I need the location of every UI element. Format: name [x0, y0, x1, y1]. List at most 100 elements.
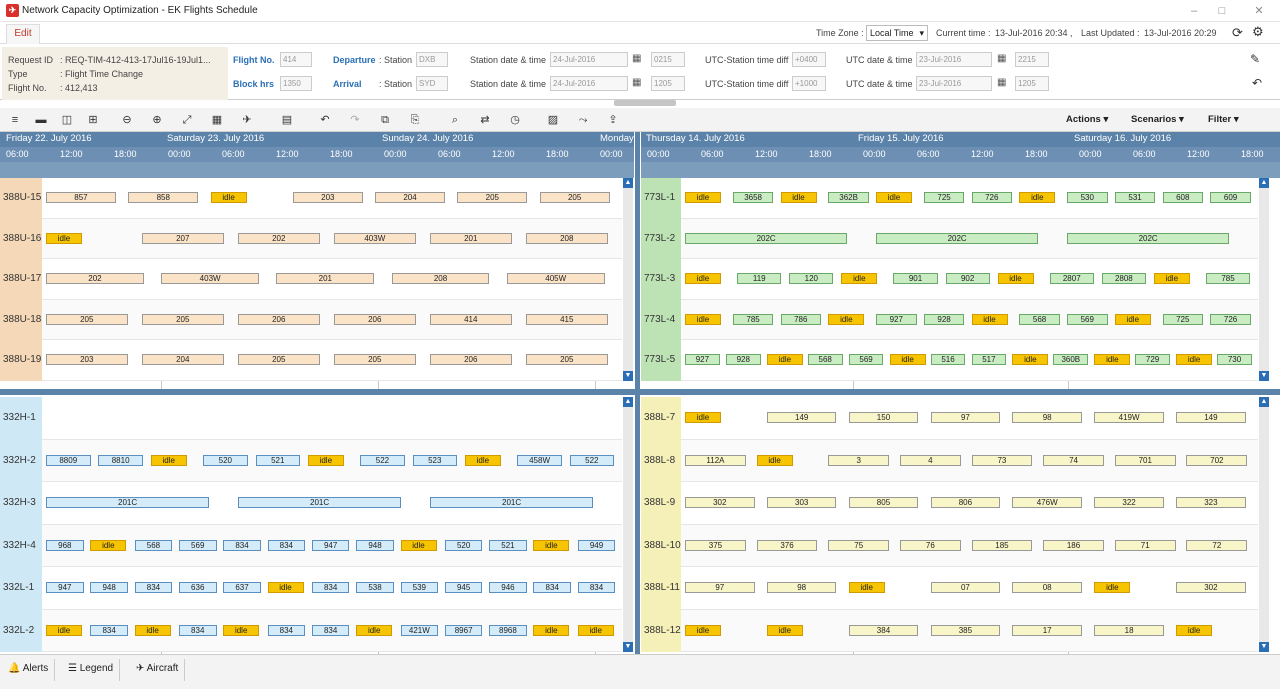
flight-bar[interactable]: 834 — [577, 582, 616, 593]
dep-station-time-field[interactable]: 0215 — [651, 52, 685, 67]
aircraft-row-label[interactable]: 388L-7 — [641, 397, 681, 440]
dep-utc-time-field[interactable]: 2215 — [1015, 52, 1049, 67]
flight-bar[interactable]: 18 — [1094, 624, 1164, 636]
flight-bar[interactable]: 928 — [923, 313, 965, 325]
flight-bar[interactable]: 405W — [506, 273, 605, 284]
flight-bar[interactable]: 520 — [203, 454, 248, 466]
flight-bar[interactable]: 834 — [134, 582, 173, 593]
idle-block[interactable]: idle — [756, 454, 793, 466]
flight-bar[interactable]: 834 — [267, 624, 306, 636]
idle-block[interactable]: idle — [400, 539, 437, 551]
flight-bar[interactable]: 520 — [444, 539, 483, 551]
flight-bar[interactable]: 517 — [971, 354, 1007, 365]
idle-block[interactable]: idle — [685, 313, 721, 325]
flight-bar[interactable]: 120 — [789, 273, 834, 284]
dep-station-date-field[interactable]: 24-Jul-2016 — [550, 52, 628, 67]
undo-icon[interactable]: ↶ — [318, 113, 332, 127]
aircraft-row-label[interactable]: 388U-15 — [0, 178, 42, 219]
alerts-tab[interactable]: 🔔 Alerts — [2, 659, 56, 681]
redo-icon[interactable]: ↷ — [348, 113, 362, 127]
flight-bar[interactable]: 949 — [577, 539, 616, 551]
flight-bar[interactable]: 421W — [400, 624, 439, 636]
idle-block[interactable]: idle — [876, 192, 912, 203]
flight-bar[interactable]: 539 — [400, 582, 439, 593]
idle-block[interactable]: idle — [848, 582, 885, 593]
idle-block[interactable]: idle — [1114, 313, 1151, 325]
flight-no-field[interactable]: 414 — [280, 52, 312, 67]
idle-block[interactable]: idle — [46, 232, 82, 244]
flight-bar[interactable]: 834 — [90, 624, 128, 636]
aircraft-row-label[interactable]: 332H-4 — [0, 524, 42, 567]
right-horizontal-splitter[interactable] — [640, 389, 1280, 395]
flight-bar[interactable]: 97 — [685, 582, 755, 593]
flight-bar[interactable]: 150 — [848, 412, 919, 423]
flight-bar[interactable]: 201 — [276, 273, 375, 284]
flight-bar[interactable]: 521 — [489, 539, 527, 551]
aircraft-row-label[interactable]: 332L-2 — [0, 609, 42, 652]
calendar-icon[interactable]: ▦ — [632, 77, 641, 88]
flight-bar[interactable]: 201C — [238, 497, 402, 508]
flight-bar[interactable]: 928 — [725, 354, 761, 365]
flight-bar[interactable]: 8809 — [46, 454, 91, 466]
flight-bar[interactable]: 385 — [930, 624, 1001, 636]
idle-block[interactable]: idle — [685, 624, 721, 636]
flight-bar[interactable]: 07 — [930, 582, 1001, 593]
flight-bar[interactable]: 569 — [178, 539, 217, 551]
idle-block[interactable]: idle — [210, 192, 247, 203]
flight-bar[interactable]: 207 — [142, 232, 224, 244]
flight-bar[interactable]: 902 — [945, 273, 990, 284]
aircraft-row-label[interactable]: 388U-17 — [0, 259, 42, 300]
flight-bar[interactable]: 725 — [923, 192, 965, 203]
flight-bar[interactable]: 522 — [569, 454, 615, 466]
flight-bar[interactable]: 206 — [334, 313, 416, 325]
idle-block[interactable]: idle — [356, 624, 393, 636]
flight-bar[interactable]: 206 — [238, 313, 320, 325]
aircraft-row-label[interactable]: 388L-11 — [641, 567, 681, 610]
flight-bar[interactable]: 834 — [178, 624, 217, 636]
calendar-icon[interactable]: ▦ — [632, 53, 641, 64]
single-view-icon[interactable]: ▬ — [34, 113, 48, 127]
flight-bar[interactable]: 205 — [238, 354, 320, 365]
flight-bar[interactable]: 208 — [391, 273, 490, 284]
br-scroll-up-icon[interactable]: ▲ — [1259, 397, 1269, 407]
left-horizontal-splitter[interactable] — [0, 389, 635, 395]
idle-block[interactable]: idle — [685, 192, 721, 203]
flight-bar[interactable]: 203 — [46, 354, 128, 365]
flight-bar[interactable]: 302 — [1176, 582, 1246, 593]
flight-bar[interactable]: 205 — [334, 354, 416, 365]
aircraft-row-label[interactable]: 773L-3 — [641, 259, 681, 300]
document-icon[interactable]: ▤ — [280, 113, 294, 127]
paste-icon[interactable]: ⎘ — [408, 113, 422, 127]
flight-bar[interactable]: 323 — [1176, 497, 1246, 508]
flight-bar[interactable]: 119 — [737, 273, 782, 284]
flight-bar[interactable]: 636 — [178, 582, 217, 593]
aircraft-row-label[interactable]: 388L-12 — [641, 609, 681, 652]
maximize-button[interactable]: □ — [1208, 3, 1236, 19]
flight-bar[interactable]: 568 — [807, 354, 843, 365]
split-view-icon[interactable]: ◫ — [60, 113, 74, 127]
idle-block[interactable]: idle — [1176, 354, 1213, 365]
edit-pencil-icon[interactable]: ✎ — [1250, 52, 1260, 66]
departure-station-field[interactable]: DXB — [416, 52, 448, 67]
flight-bar[interactable]: 730 — [1217, 354, 1252, 365]
flight-bar[interactable]: 834 — [223, 539, 261, 551]
aircraft-row-label[interactable]: 773L-5 — [641, 340, 681, 381]
grid-icon[interactable]: ▦ — [210, 113, 224, 127]
flight-bar[interactable]: 568 — [134, 539, 173, 551]
flight-bar[interactable]: 458W — [517, 454, 562, 466]
close-button[interactable]: ✕ — [1245, 3, 1273, 19]
idle-block[interactable]: idle — [1019, 192, 1056, 203]
swap-icon[interactable]: ⇄ — [478, 113, 492, 127]
aircraft-row-label[interactable]: 773L-1 — [641, 178, 681, 219]
dep-utc-date-field[interactable]: 23-Jul-2016 — [916, 52, 992, 67]
arr-utc-time-field[interactable]: 1205 — [1015, 76, 1049, 91]
flight-bar[interactable]: 303 — [766, 497, 837, 508]
panel-resize-handle[interactable] — [614, 100, 676, 106]
flight-bar[interactable]: 637 — [223, 582, 261, 593]
tr-scroll-down-icon[interactable]: ▼ — [1259, 370, 1269, 381]
flight-bar[interactable]: 202C — [685, 232, 848, 244]
flight-bar[interactable]: 202C — [1067, 232, 1230, 244]
flight-bar[interactable]: 476W — [1012, 497, 1082, 508]
aircraft-row-label[interactable]: 388L-9 — [641, 482, 681, 525]
idle-block[interactable]: idle — [828, 313, 865, 325]
